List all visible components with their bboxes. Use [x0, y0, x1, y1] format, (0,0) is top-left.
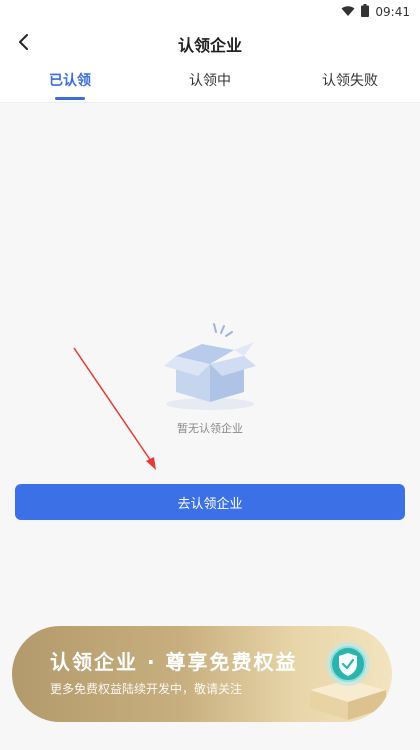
wifi-icon [341, 5, 355, 20]
promo-banner[interactable]: 认领企业 · 尊享免费权益 更多免费权益陆续开发中，敬请关注 [12, 626, 392, 722]
page-title: 认领企业 [177, 36, 242, 55]
tab-claiming[interactable]: 认领中 [160, 70, 260, 90]
claim-company-button[interactable]: 去认领企业 [15, 484, 405, 520]
empty-box-icon [158, 318, 262, 414]
banner-title: 认领企业 · 尊享免费权益 [50, 650, 298, 674]
claim-company-button-label: 去认领企业 [177, 496, 243, 512]
status-right: 09:41 [341, 3, 410, 21]
banner-subtitle: 更多免费权益陆续开发中，敬请关注 [50, 682, 243, 696]
nav-bar: 认领企业 [0, 24, 420, 64]
empty-state-text: 暂无认领企业 [177, 422, 243, 435]
shield-check-icon [306, 634, 390, 720]
active-tab-indicator [55, 97, 85, 100]
tab-claim-failed[interactable]: 认领失败 [300, 70, 400, 90]
status-bar: 09:41 [0, 0, 420, 24]
tab-bar: 已认领 认领中 认领失败 [0, 64, 420, 103]
tab-claimed[interactable]: 已认领 [20, 70, 120, 90]
status-time: 09:41 [375, 5, 410, 19]
battery-icon [361, 4, 370, 20]
